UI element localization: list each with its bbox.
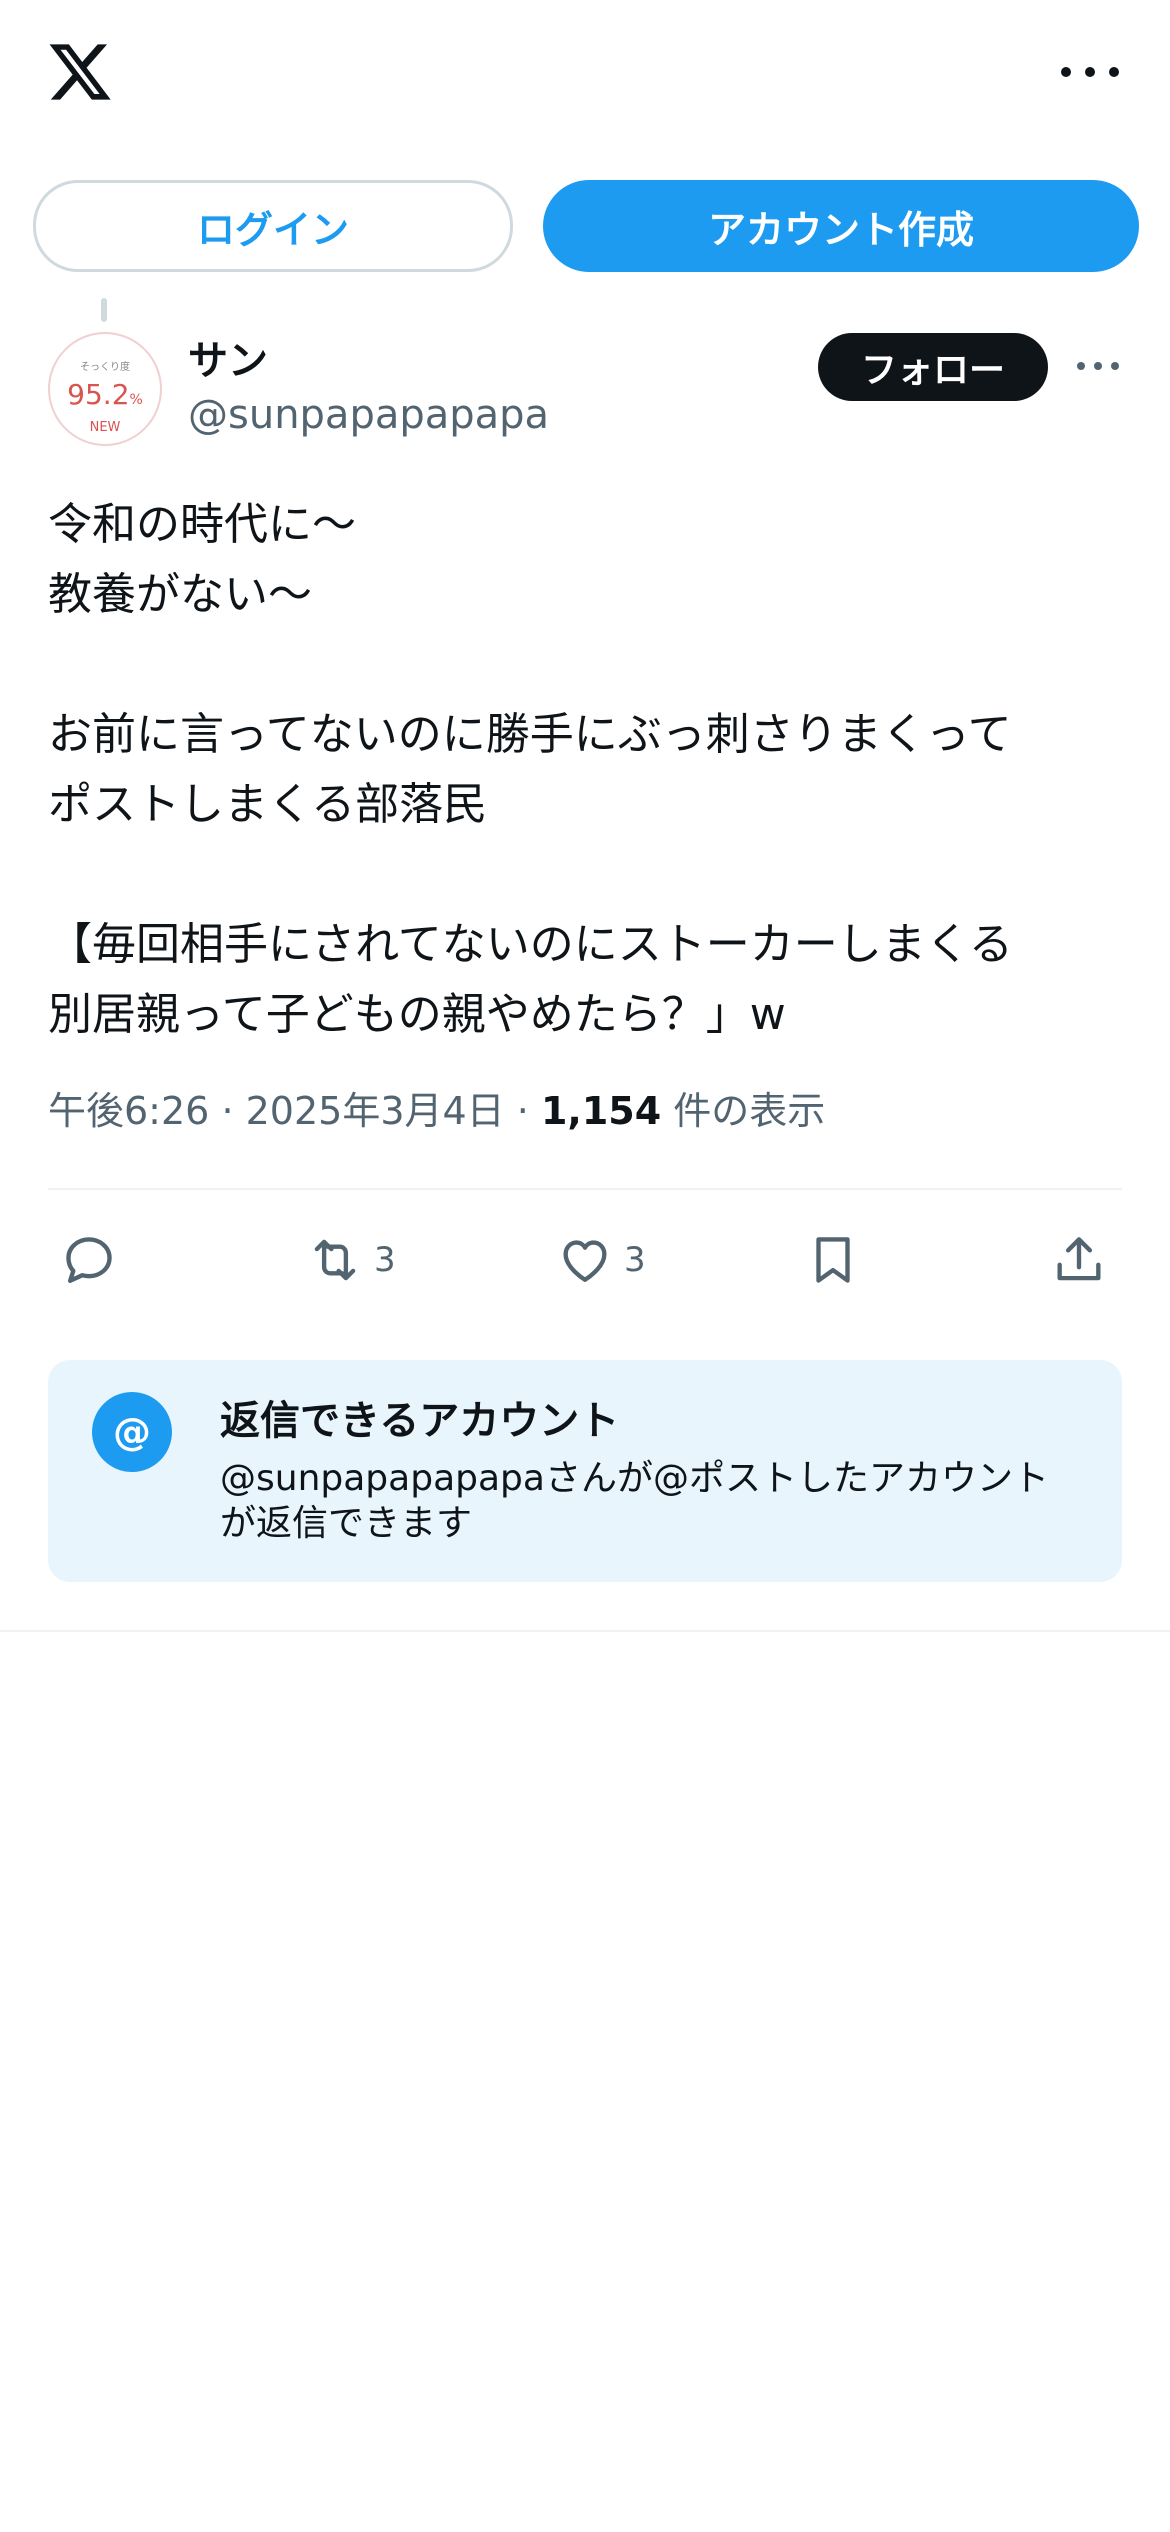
share-icon <box>1057 1237 1101 1281</box>
create-account-button[interactable]: アカウント作成 <box>543 180 1139 272</box>
like-count: 3 <box>624 1240 646 1280</box>
user-handle[interactable]: @sunpapapapapa <box>188 392 549 438</box>
x-logo-icon[interactable] <box>46 38 114 106</box>
divider <box>0 1630 1170 1632</box>
avatar-badge: NEW <box>89 420 121 435</box>
post-actions: 3 3 <box>0 1220 1170 1300</box>
follow-button[interactable]: フォロー <box>818 333 1048 401</box>
login-button[interactable]: ログイン <box>33 180 513 272</box>
post-text: 令和の時代に〜 教養がない〜 お前に言ってないのに勝手にぶっ刺さりまくって ポス… <box>48 499 1013 1040</box>
retweet-count: 3 <box>374 1240 396 1280</box>
like-button[interactable]: 3 <box>556 1220 646 1300</box>
views-label: 件の表示 <box>673 1089 826 1133</box>
more-horizontal-icon[interactable] <box>1058 60 1122 84</box>
display-name[interactable]: サン <box>188 328 268 386</box>
at-icon: @ <box>92 1392 172 1472</box>
bookmark-button[interactable] <box>804 1220 862 1300</box>
avatar-caption: そっくり度 <box>80 362 130 373</box>
post-meta: 午後6:26 · 2025年3月4日 · 1,154 件の表示 <box>48 1080 825 1135</box>
thread-connector-line <box>101 298 107 322</box>
views-count: 1,154 <box>540 1089 662 1133</box>
reply-button[interactable] <box>60 1220 118 1300</box>
post-date[interactable]: 2025年3月4日 <box>246 1089 505 1133</box>
share-button[interactable] <box>1050 1220 1108 1300</box>
reply-settings-title: 返信できるアカウント <box>220 1398 620 1444</box>
avatar[interactable]: そっくり度 95.2% NEW <box>48 332 162 446</box>
reply-icon <box>66 1237 112 1283</box>
meta-separator: · <box>221 1089 234 1133</box>
divider <box>48 1188 1122 1190</box>
reply-settings-box: @ 返信できるアカウント @sunpapapapapaさんが@ポストしたアカウン… <box>48 1360 1122 1582</box>
auth-buttons: ログイン アカウント作成 <box>33 180 1139 272</box>
bookmark-icon <box>816 1237 850 1283</box>
post-more-icon[interactable] <box>1076 356 1120 376</box>
reply-settings-description: @sunpapapapapaさんが@ポストしたアカウントが返信できます <box>220 1458 1049 1544</box>
heart-icon <box>563 1240 607 1282</box>
post-time[interactable]: 午後6:26 <box>48 1089 209 1133</box>
meta-separator: · <box>516 1089 529 1133</box>
top-bar <box>0 0 1170 150</box>
avatar-value: 95.2% <box>67 378 143 411</box>
retweet-icon <box>314 1239 356 1281</box>
retweet-button[interactable]: 3 <box>306 1220 396 1300</box>
